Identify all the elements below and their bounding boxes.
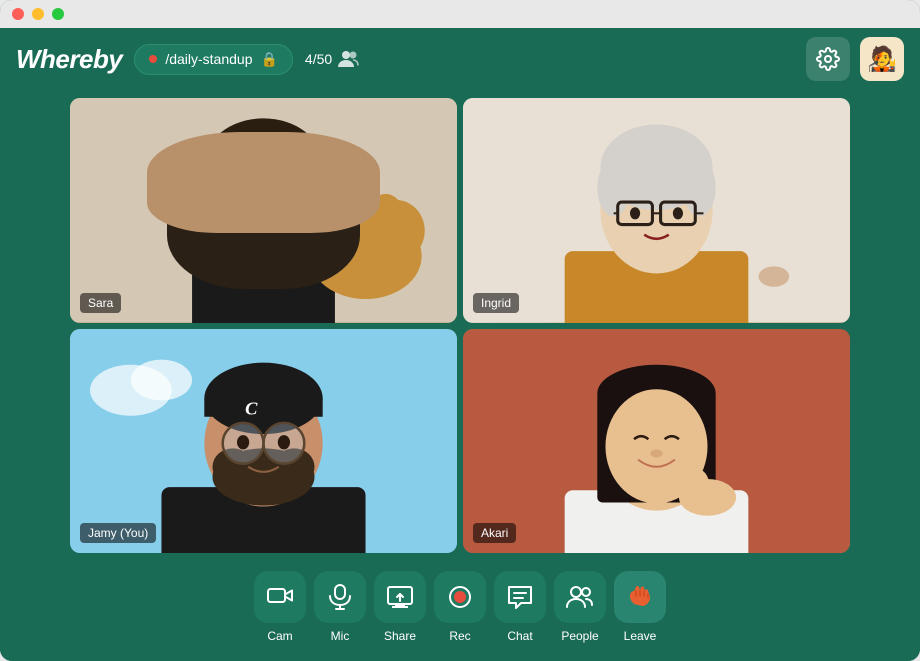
share-button[interactable]: Share (374, 571, 426, 643)
gear-icon (816, 47, 840, 71)
cam-icon-container (254, 571, 306, 623)
header: Whereby /daily-standup 🔒 4/50 (0, 28, 920, 90)
participant-label-sara: Sara (80, 293, 121, 313)
minimize-button[interactable] (32, 8, 44, 20)
user-avatar-button[interactable]: 🧑‍🎤 (860, 37, 904, 81)
mic-button[interactable]: Mic (314, 571, 366, 643)
chat-label: Chat (507, 629, 532, 643)
rec-icon (447, 584, 473, 610)
svg-text:C: C (245, 398, 258, 418)
logo: Whereby (16, 44, 122, 75)
leave-button[interactable]: Leave (614, 571, 666, 643)
video-feed-akari (463, 329, 850, 554)
close-button[interactable] (12, 8, 24, 20)
video-tile-akari: Akari (463, 329, 850, 554)
leave-icon (626, 585, 654, 609)
mic-icon-container (314, 571, 366, 623)
app-window: Whereby /daily-standup 🔒 4/50 (0, 0, 920, 661)
ingrid-avatar-svg (463, 98, 850, 323)
share-label: Share (384, 629, 416, 643)
akari-avatar-svg (463, 329, 850, 554)
cam-label: Cam (267, 629, 292, 643)
video-grid: Sara (0, 90, 920, 561)
people-count-icon (338, 50, 360, 68)
jamy-avatar-svg: C (70, 329, 457, 554)
sara-avatar-svg (70, 98, 457, 323)
people-label: People (561, 629, 598, 643)
video-feed-ingrid (463, 98, 850, 323)
header-left: Whereby /daily-standup 🔒 4/50 (16, 44, 360, 75)
leave-label: Leave (624, 629, 657, 643)
people-button[interactable]: People (554, 571, 606, 643)
chat-icon-container (494, 571, 546, 623)
room-pill[interactable]: /daily-standup 🔒 (134, 44, 293, 75)
participant-label-akari: Akari (473, 523, 516, 543)
mic-icon (329, 584, 351, 610)
fullscreen-button[interactable] (52, 8, 64, 20)
lock-icon: 🔒 (260, 51, 277, 68)
chat-button[interactable]: Chat (494, 571, 546, 643)
cam-icon (267, 586, 293, 608)
share-icon-container (374, 571, 426, 623)
video-tile-ingrid: Ingrid (463, 98, 850, 323)
video-tile-sara: Sara (70, 98, 457, 323)
control-bar: Cam Mic (0, 561, 920, 661)
live-indicator (149, 55, 157, 63)
header-right: 🧑‍🎤 (806, 37, 904, 81)
room-name: /daily-standup (165, 51, 252, 67)
count-text: 4/50 (305, 51, 332, 67)
rec-label: Rec (449, 629, 470, 643)
rec-button[interactable]: Rec (434, 571, 486, 643)
chat-icon (507, 585, 533, 610)
people-icon-container (554, 571, 606, 623)
mic-label: Mic (331, 629, 350, 643)
people-icon (566, 585, 594, 609)
avatar-emoji: 🧑‍🎤 (867, 45, 897, 74)
leave-icon-container (614, 571, 666, 623)
video-feed-sara (70, 98, 457, 323)
participant-label-ingrid: Ingrid (473, 293, 519, 313)
participant-count: 4/50 (305, 50, 360, 68)
participant-label-jamy: Jamy (You) (80, 523, 156, 543)
video-feed-jamy: C (70, 329, 457, 554)
titlebar (0, 0, 920, 28)
video-tile-jamy: C Jamy (You) (70, 329, 457, 554)
settings-button[interactable] (806, 37, 850, 81)
share-icon (387, 586, 413, 608)
cam-button[interactable]: Cam (254, 571, 306, 643)
rec-icon-container (434, 571, 486, 623)
